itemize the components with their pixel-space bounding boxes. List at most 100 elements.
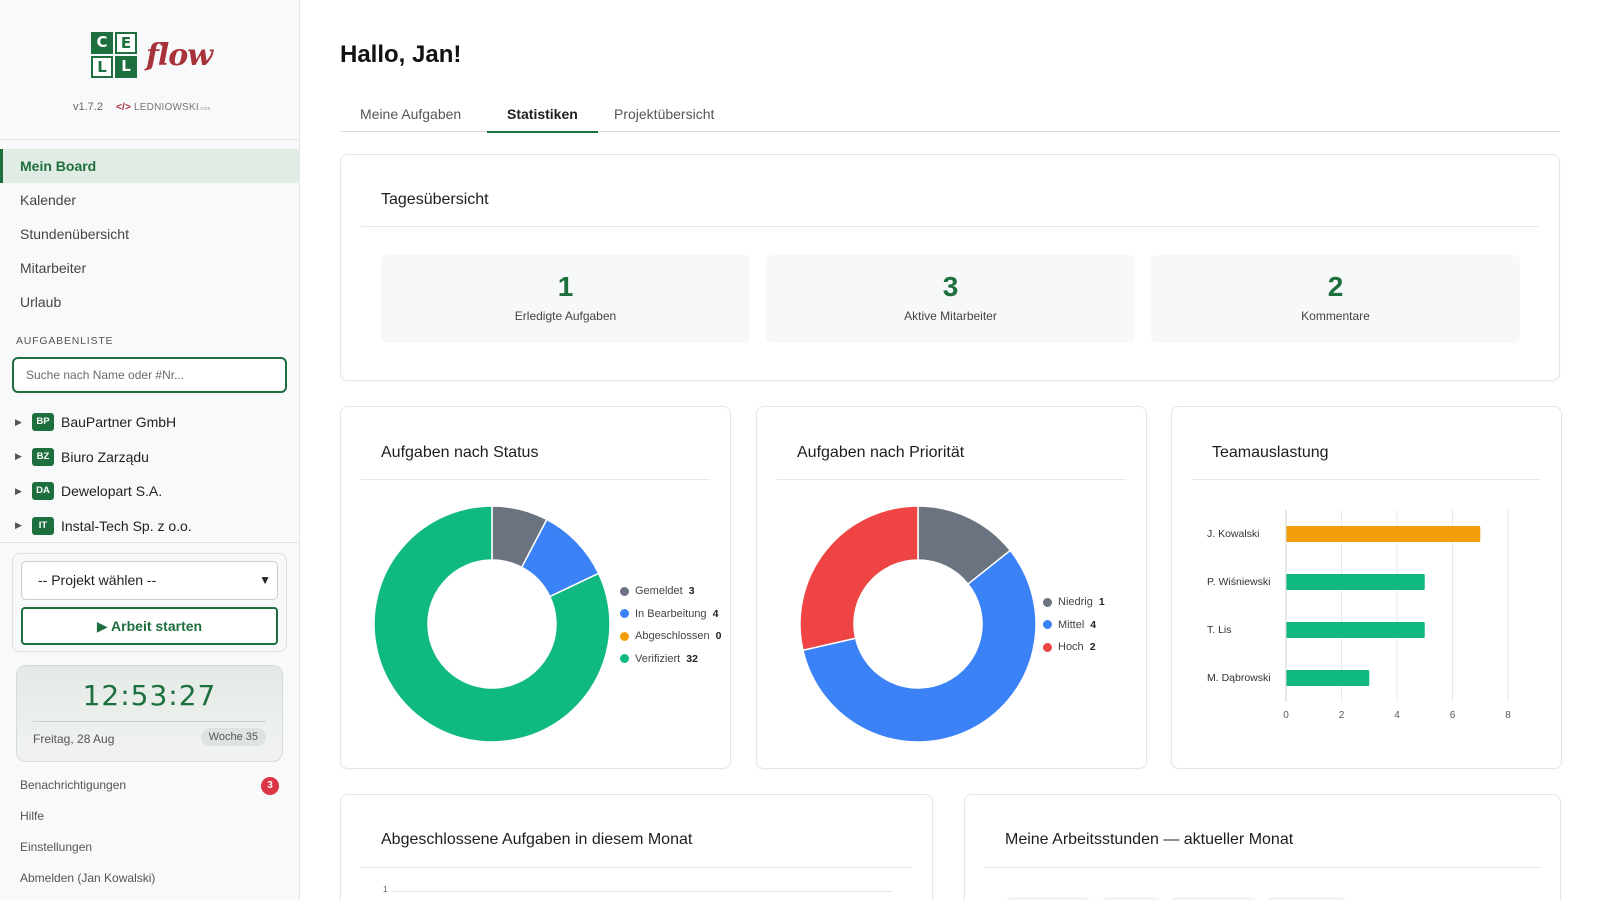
app-logo[interactable]: C E L L xyxy=(91,32,144,84)
legend-swatch xyxy=(1043,597,1052,607)
legend-item[interactable]: Gemeldet 3 xyxy=(620,580,721,603)
legend-swatch xyxy=(1043,642,1052,652)
tab-statistiken[interactable]: Statistiken xyxy=(487,99,598,133)
legend-item[interactable]: Hoch 2 xyxy=(1043,636,1105,659)
work-timer-panel: -- Projekt wählen -- ▼ ▶ Arbeit starten xyxy=(12,553,287,652)
x-tick-label: 4 xyxy=(1394,710,1400,721)
logo-letter: L xyxy=(115,56,137,78)
legend-swatch xyxy=(1043,620,1052,630)
stat-value: 3 xyxy=(942,271,959,302)
footer-links: Benachrichtigungen 3 Hilfe Einstellungen… xyxy=(0,770,300,894)
notification-count-badge: 3 xyxy=(261,777,279,795)
card-divider xyxy=(361,226,1539,227)
client-item[interactable]: ▶ DA Dewelopart S.A. xyxy=(0,474,300,509)
legend-item[interactable]: Mittel 4 xyxy=(1043,614,1105,637)
legend-item[interactable]: Niedrig 1 xyxy=(1043,591,1105,614)
logo-letter: C xyxy=(91,32,113,54)
logo-word: flow xyxy=(146,38,213,73)
task-search-input[interactable] xyxy=(12,357,287,393)
nav-item-stundenuebersicht[interactable]: Stundenübersicht xyxy=(0,217,300,251)
client-badge: BZ xyxy=(32,447,54,466)
expand-caret-icon[interactable]: ▶ xyxy=(15,451,32,462)
team-workload-bar-chart: 0 2 4 6 8 J. Kowalski P. Wiśniewski T. Lis M. Dą… xyxy=(1207,510,1511,721)
team-workload-card: Teamauslastung 0 2 4 6 8 J. Kowalski P. Wiśnie… xyxy=(1171,406,1562,769)
legend-label: Gemeldet xyxy=(635,585,683,598)
expand-caret-icon[interactable]: ▶ xyxy=(15,417,32,428)
client-item[interactable]: ▶ IT Instal-Tech Sp. z o.o. xyxy=(0,509,300,544)
work-hours-card: Meine Arbeitsstunden — aktueller Monat xyxy=(964,794,1561,900)
legend-swatch xyxy=(620,586,629,596)
legend-label: In Bearbeitung xyxy=(635,607,707,620)
client-name: BauPartner GmbH xyxy=(61,414,177,431)
grid-line xyxy=(391,891,892,892)
main-content: Hallo, Jan! Meine Aufgaben Statistiken P… xyxy=(300,0,1600,900)
project-select[interactable]: -- Projekt wählen -- ▼ xyxy=(21,561,278,600)
settings-link[interactable]: Einstellungen xyxy=(0,832,300,863)
tab-meine-aufgaben[interactable]: Meine Aufgaben xyxy=(340,99,481,132)
y-category-label: P. Wiśniewski xyxy=(1207,576,1270,588)
legend-value: 3 xyxy=(688,585,695,598)
workload-bar[interactable] xyxy=(1286,622,1425,638)
legend-label: Hoch xyxy=(1058,641,1084,654)
expand-caret-icon[interactable]: ▶ xyxy=(15,486,32,497)
status-donut-chart xyxy=(373,505,611,743)
logo-letter: E xyxy=(115,32,137,54)
stat-value: 1 xyxy=(557,271,574,302)
clock-date: Freitag, 28 Aug xyxy=(33,732,115,746)
client-badge: BP xyxy=(32,413,54,432)
page-title: Hallo, Jan! xyxy=(340,41,462,68)
workload-bar[interactable] xyxy=(1286,670,1370,686)
donut-slice[interactable] xyxy=(799,505,919,652)
tab-projektuebersicht[interactable]: Projektübersicht xyxy=(594,99,734,132)
client-item[interactable]: ▶ BZ Biuro Zarządu xyxy=(0,440,300,475)
client-badge: DA xyxy=(32,482,54,501)
sidebar: C E L L flow v1.7.2 </> LEDNIOWSKI.com M… xyxy=(0,0,300,900)
tasklist-heading: AUFGABENLISTE xyxy=(16,335,114,347)
workload-bar[interactable] xyxy=(1286,526,1481,542)
notifications-link[interactable]: Benachrichtigungen 3 xyxy=(0,770,300,801)
card-title: Tagesübersicht xyxy=(381,191,489,208)
nav-item-mein-board[interactable]: Mein Board xyxy=(0,149,300,183)
logout-link[interactable]: Abmelden (Jan Kowalski) xyxy=(0,863,300,894)
expand-caret-icon[interactable]: ▶ xyxy=(15,520,32,531)
nav-item-kalender[interactable]: Kalender xyxy=(0,183,300,217)
chevron-down-icon: ▼ xyxy=(259,573,271,587)
clock-widget: 12:53:27 Freitag, 28 Aug Woche 35 xyxy=(16,665,283,762)
author-credit[interactable]: </> LEDNIOWSKI.com xyxy=(116,102,210,113)
card-divider xyxy=(985,867,1540,868)
legend-value: 4 xyxy=(712,607,719,620)
client-item[interactable]: ▶ BP BauPartner GmbH xyxy=(0,405,300,440)
y-tick-label: 1 xyxy=(383,885,388,894)
legend-label: Abgeschlossen xyxy=(635,630,710,643)
nav-item-mitarbeiter[interactable]: Mitarbeiter xyxy=(0,251,300,285)
legend-swatch xyxy=(620,609,629,619)
legend-item[interactable]: In Bearbeitung 4 xyxy=(620,603,721,626)
status-legend: Gemeldet 3 In Bearbeitung 4 Abgeschlossen 0 Ve… xyxy=(620,580,721,670)
priority-legend: Niedrig 1 Mittel 4 Hoch 2 xyxy=(1043,591,1105,659)
card-divider xyxy=(1192,479,1541,480)
client-name: Instal-Tech Sp. z o.o. xyxy=(61,517,192,534)
project-select-value: -- Projekt wählen -- xyxy=(38,572,157,588)
tab-bar: Meine Aufgaben Statistiken Projektübersi… xyxy=(340,99,1560,133)
stat-value: 2 xyxy=(1327,271,1344,302)
app-version: v1.7.2 xyxy=(73,101,103,113)
y-category-label: M. Dąbrowski xyxy=(1207,672,1271,684)
y-category-label: J. Kowalski xyxy=(1207,528,1260,540)
card-title: Meine Arbeitsstunden — aktueller Monat xyxy=(1005,831,1294,848)
author-tld: .com xyxy=(198,106,211,112)
legend-value: 32 xyxy=(686,652,698,665)
clock-time: 12:53:27 xyxy=(82,679,217,712)
legend-item[interactable]: Verifiziert 32 xyxy=(620,648,721,671)
week-badge: Woche 35 xyxy=(200,728,266,746)
help-link[interactable]: Hilfe xyxy=(0,801,300,832)
stat-active-employees: 3 Aktive Mitarbeiter xyxy=(766,255,1135,343)
legend-value: 4 xyxy=(1090,618,1097,631)
status-chart-card: Aufgaben nach Status Gemeldet 3 In Bearbei… xyxy=(340,406,731,769)
priority-chart-card: Aufgaben nach Priorität Niedrig 1 Mittel 4 H… xyxy=(756,406,1147,769)
clock-divider xyxy=(33,721,266,722)
x-tick-label: 6 xyxy=(1450,710,1456,721)
workload-bar[interactable] xyxy=(1286,574,1425,590)
nav-item-urlaub[interactable]: Urlaub xyxy=(0,285,300,319)
start-work-button[interactable]: ▶ Arbeit starten xyxy=(21,607,278,645)
legend-item[interactable]: Abgeschlossen 0 xyxy=(620,625,721,648)
